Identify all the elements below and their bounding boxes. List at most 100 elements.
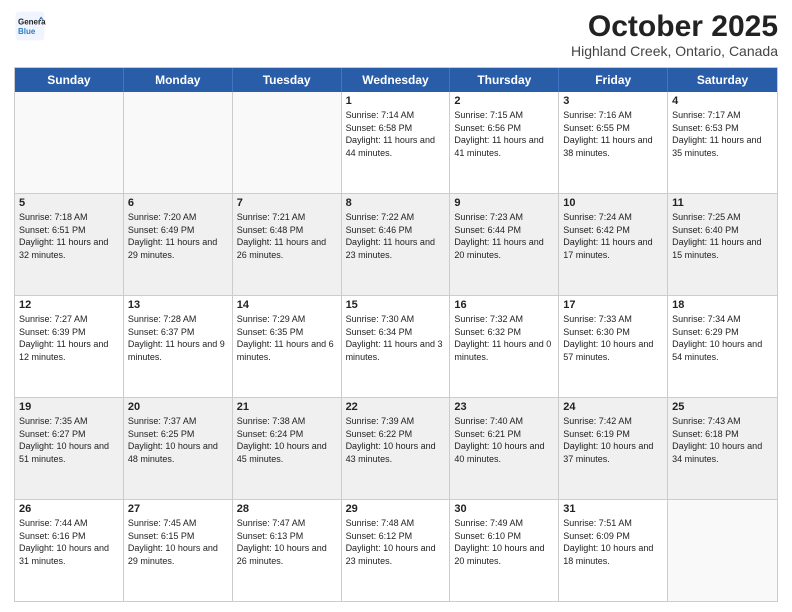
day-cell: 25 Sunrise: 7:43 AM Sunset: 6:18 PM Dayli… [668, 398, 777, 499]
day-number: 17 [563, 299, 663, 311]
day-cell: 17 Sunrise: 7:33 AM Sunset: 6:30 PM Dayli… [559, 296, 668, 397]
day-info: Sunrise: 7:20 AM Sunset: 6:49 PM Dayligh… [128, 211, 228, 261]
day-info: Sunrise: 7:27 AM Sunset: 6:39 PM Dayligh… [19, 313, 119, 363]
day-number: 6 [128, 197, 228, 209]
day-number: 25 [672, 401, 773, 413]
week-row-2: 5 Sunrise: 7:18 AM Sunset: 6:51 PM Daylig… [15, 193, 777, 295]
day-info: Sunrise: 7:18 AM Sunset: 6:51 PM Dayligh… [19, 211, 119, 261]
day-number: 20 [128, 401, 228, 413]
day-cell: 14Sunrise: 7:29 AM Sunset: 6:35 PM Dayli… [233, 296, 342, 397]
day-cell [233, 92, 342, 193]
day-number: 10 [563, 197, 663, 209]
day-number: 22 [346, 401, 446, 413]
main-container: General Blue October 2025 Highland Creek… [0, 0, 792, 612]
day-cell: 27 Sunrise: 7:45 AM Sunset: 6:15 PM Dayli… [124, 500, 233, 601]
day-number: 8 [346, 197, 446, 209]
day-header-thursday: Thursday [450, 68, 559, 92]
day-number: 11 [672, 197, 773, 209]
day-cell: 12 Sunrise: 7:27 AM Sunset: 6:39 PM Dayli… [15, 296, 124, 397]
day-cell: 5 Sunrise: 7:18 AM Sunset: 6:51 PM Daylig… [15, 194, 124, 295]
day-info: Sunrise: 7:47 AM Sunset: 6:13 PM Dayligh… [237, 517, 337, 567]
day-cell: 4 Sunrise: 7:17 AM Sunset: 6:53 PM Daylig… [668, 92, 777, 193]
day-number: 28 [237, 503, 337, 515]
day-info: Sunrise: 7:43 AM Sunset: 6:18 PM Dayligh… [672, 415, 773, 465]
day-cell: 24 Sunrise: 7:42 AM Sunset: 6:19 PM Dayli… [559, 398, 668, 499]
day-header-friday: Friday [559, 68, 668, 92]
calendar-body: 1 Sunrise: 7:14 AM Sunset: 6:58 PM Daylig… [15, 92, 777, 601]
day-cell [124, 92, 233, 193]
day-cell: 15 Sunrise: 7:30 AM Sunset: 6:34 PM Dayli… [342, 296, 451, 397]
day-number: 2 [454, 95, 554, 107]
day-info: Sunrise: 7:32 AM Sunset: 6:32 PM Dayligh… [454, 313, 554, 363]
day-number: 31 [563, 503, 663, 515]
day-number: 23 [454, 401, 554, 413]
day-number: 19 [19, 401, 119, 413]
day-number: 26 [19, 503, 119, 515]
day-cell: 1 Sunrise: 7:14 AM Sunset: 6:58 PM Daylig… [342, 92, 451, 193]
week-row-3: 12 Sunrise: 7:27 AM Sunset: 6:39 PM Dayli… [15, 295, 777, 397]
day-info: Sunrise: 7:15 AM Sunset: 6:56 PM Dayligh… [454, 109, 554, 159]
day-info: Sunrise: 7:51 AM Sunset: 6:09 PM Dayligh… [563, 517, 663, 567]
day-info: Sunrise: 7:29 AM Sunset: 6:35 PM Dayligh… [237, 313, 337, 363]
day-number: 12 [19, 299, 119, 311]
day-info: Sunrise: 7:45 AM Sunset: 6:15 PM Dayligh… [128, 517, 228, 567]
day-number: 24 [563, 401, 663, 413]
day-cell: 11 Sunrise: 7:25 AM Sunset: 6:40 PM Dayli… [668, 194, 777, 295]
day-info: Sunrise: 7:33 AM Sunset: 6:30 PM Dayligh… [563, 313, 663, 363]
day-cell: 7 Sunrise: 7:21 AM Sunset: 6:48 PM Daylig… [233, 194, 342, 295]
day-info: Sunrise: 7:16 AM Sunset: 6:55 PM Dayligh… [563, 109, 663, 159]
day-info: Sunrise: 7:30 AM Sunset: 6:34 PM Dayligh… [346, 313, 446, 363]
logo-icon: General Blue [14, 10, 46, 42]
day-cell: 22Sunrise: 7:39 AM Sunset: 6:22 PM Dayli… [342, 398, 451, 499]
day-number: 30 [454, 503, 554, 515]
day-headers-row: SundayMondayTuesdayWednesdayThursdayFrid… [15, 68, 777, 92]
day-info: Sunrise: 7:23 AM Sunset: 6:44 PM Dayligh… [454, 211, 554, 261]
week-row-1: 1 Sunrise: 7:14 AM Sunset: 6:58 PM Daylig… [15, 92, 777, 193]
header: General Blue October 2025 Highland Creek… [14, 10, 778, 59]
day-info: Sunrise: 7:21 AM Sunset: 6:48 PM Dayligh… [237, 211, 337, 261]
day-number: 4 [672, 95, 773, 107]
day-info: Sunrise: 7:34 AM Sunset: 6:29 PM Dayligh… [672, 313, 773, 363]
day-header-wednesday: Wednesday [342, 68, 451, 92]
day-info: Sunrise: 7:17 AM Sunset: 6:53 PM Dayligh… [672, 109, 773, 159]
day-number: 29 [346, 503, 446, 515]
month-title: October 2025 [571, 10, 778, 43]
week-row-5: 26 Sunrise: 7:44 AM Sunset: 6:16 PM Dayli… [15, 499, 777, 601]
day-info: Sunrise: 7:42 AM Sunset: 6:19 PM Dayligh… [563, 415, 663, 465]
day-number: 7 [237, 197, 337, 209]
day-number: 27 [128, 503, 228, 515]
day-cell: 20Sunrise: 7:37 AM Sunset: 6:25 PM Dayli… [124, 398, 233, 499]
day-number: 21 [237, 401, 337, 413]
day-cell: 8 Sunrise: 7:22 AM Sunset: 6:46 PM Daylig… [342, 194, 451, 295]
day-info: Sunrise: 7:25 AM Sunset: 6:40 PM Dayligh… [672, 211, 773, 261]
day-number: 13 [128, 299, 228, 311]
day-cell: 3Sunrise: 7:16 AM Sunset: 6:55 PM Daylig… [559, 92, 668, 193]
day-number: 1 [346, 95, 446, 107]
title-block: October 2025 Highland Creek, Ontario, Ca… [571, 10, 778, 59]
day-cell: 13Sunrise: 7:28 AM Sunset: 6:37 PM Dayli… [124, 296, 233, 397]
day-cell [668, 500, 777, 601]
day-info: Sunrise: 7:40 AM Sunset: 6:21 PM Dayligh… [454, 415, 554, 465]
location: Highland Creek, Ontario, Canada [571, 43, 778, 59]
day-cell: 6 Sunrise: 7:20 AM Sunset: 6:49 PM Daylig… [124, 194, 233, 295]
day-cell: 29Sunrise: 7:48 AM Sunset: 6:12 PM Dayli… [342, 500, 451, 601]
day-header-sunday: Sunday [15, 68, 124, 92]
day-info: Sunrise: 7:38 AM Sunset: 6:24 PM Dayligh… [237, 415, 337, 465]
day-info: Sunrise: 7:24 AM Sunset: 6:42 PM Dayligh… [563, 211, 663, 261]
day-number: 5 [19, 197, 119, 209]
day-cell: 26 Sunrise: 7:44 AM Sunset: 6:16 PM Dayli… [15, 500, 124, 601]
day-cell: 21 Sunrise: 7:38 AM Sunset: 6:24 PM Dayli… [233, 398, 342, 499]
day-cell: 9 Sunrise: 7:23 AM Sunset: 6:44 PM Daylig… [450, 194, 559, 295]
day-info: Sunrise: 7:22 AM Sunset: 6:46 PM Dayligh… [346, 211, 446, 261]
day-number: 9 [454, 197, 554, 209]
day-cell: 10 Sunrise: 7:24 AM Sunset: 6:42 PM Dayli… [559, 194, 668, 295]
day-info: Sunrise: 7:14 AM Sunset: 6:58 PM Dayligh… [346, 109, 446, 159]
svg-text:Blue: Blue [18, 27, 36, 36]
day-cell: 30 Sunrise: 7:49 AM Sunset: 6:10 PM Dayli… [450, 500, 559, 601]
day-info: Sunrise: 7:44 AM Sunset: 6:16 PM Dayligh… [19, 517, 119, 567]
day-cell: 2 Sunrise: 7:15 AM Sunset: 6:56 PM Daylig… [450, 92, 559, 193]
week-row-4: 19Sunrise: 7:35 AM Sunset: 6:27 PM Dayli… [15, 397, 777, 499]
day-number: 18 [672, 299, 773, 311]
day-number: 15 [346, 299, 446, 311]
day-info: Sunrise: 7:49 AM Sunset: 6:10 PM Dayligh… [454, 517, 554, 567]
